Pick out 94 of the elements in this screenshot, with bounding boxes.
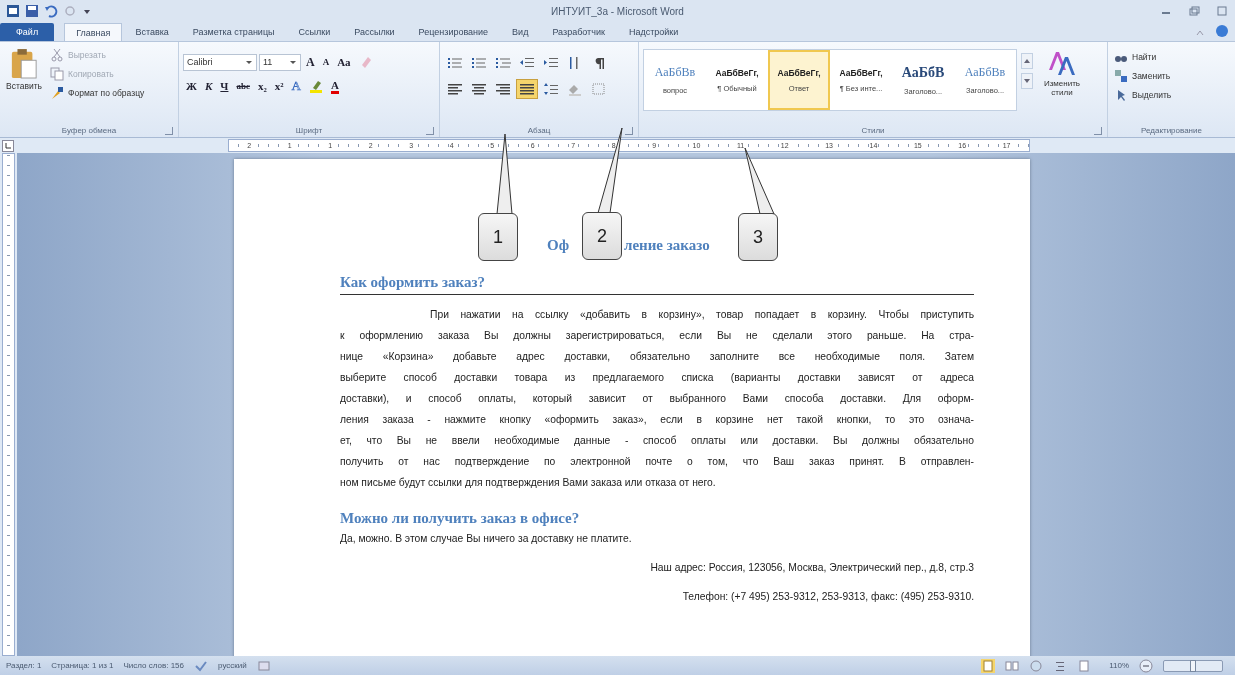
group-label: Стили <box>861 126 885 135</box>
paste-button[interactable]: Вставить <box>4 45 45 93</box>
file-tab[interactable]: Файл <box>0 23 55 41</box>
ribbon-tab[interactable]: Вид <box>501 23 540 41</box>
print-layout-icon[interactable] <box>981 658 996 673</box>
gallery-down-icon[interactable] <box>1021 73 1033 89</box>
document-title: ление заказо <box>624 237 710 254</box>
letters-icon <box>1047 49 1077 77</box>
save-icon[interactable] <box>25 4 39 18</box>
page-indicator[interactable]: Страница: 1 из 1 <box>51 661 114 670</box>
font-family-field[interactable]: Calibri <box>183 53 257 71</box>
increase-indent-icon <box>543 56 559 70</box>
scissors-icon <box>50 48 65 62</box>
align-left-icon <box>447 82 463 96</box>
sub-button[interactable]: x₂ <box>254 77 270 95</box>
word-count[interactable]: Число слов: 156 <box>123 661 184 670</box>
ribbon-tab[interactable]: Главная <box>64 23 123 41</box>
shading-icon <box>567 82 583 96</box>
dialog-launcher-icon[interactable] <box>426 127 434 135</box>
ribbon-tab[interactable]: Рецензирование <box>407 23 500 41</box>
color-button[interactable]: A <box>327 77 342 95</box>
ribbon-tab[interactable]: Вставка <box>124 23 180 41</box>
tab-selector-icon[interactable] <box>2 139 14 152</box>
help-icon[interactable] <box>1215 24 1229 38</box>
underline-button[interactable]: Ч <box>217 77 232 95</box>
caret-icon[interactable] <box>245 58 253 66</box>
callout-label: 2 <box>582 212 622 260</box>
ribbon-tab[interactable]: Рассылки <box>343 23 406 41</box>
brush-button[interactable]: Формат по образцу <box>48 85 147 101</box>
address-text: Наш адрес: Россия, 123056, Москва, Электрический пер., д.8, стр.3 <box>649 562 974 573</box>
web-layout-icon[interactable] <box>1029 658 1044 673</box>
strike-button[interactable]: abc <box>233 77 253 95</box>
zoom-slider[interactable] <box>1163 659 1223 672</box>
document-title: Оф <box>547 237 571 254</box>
vertical-ruler[interactable] <box>2 153 15 656</box>
find-button[interactable]: Найти <box>1112 49 1231 65</box>
group-label: Шрифт <box>295 126 323 135</box>
gallery-up-icon[interactable] <box>1021 53 1033 69</box>
replace-icon <box>1114 69 1128 83</box>
dialog-launcher-icon[interactable] <box>625 127 633 135</box>
align-right-icon <box>495 82 511 96</box>
brush-icon <box>50 86 65 100</box>
bold-button[interactable]: Ж <box>183 77 200 95</box>
callout-label: 3 <box>738 213 778 261</box>
restore-icon[interactable] <box>1187 4 1201 18</box>
ribbon-tab[interactable]: Надстройки <box>617 23 690 41</box>
draft-view-icon[interactable] <box>1077 658 1092 673</box>
borders-icon <box>591 82 607 96</box>
clipboard-icon <box>10 47 38 81</box>
caret-icon[interactable] <box>289 58 297 66</box>
callout-label: 1 <box>478 213 518 261</box>
italic-button[interactable]: К <box>201 77 216 95</box>
group-label: Буфер обмена <box>61 126 117 135</box>
decrease-indent-icon <box>519 56 535 70</box>
word-icon[interactable] <box>6 4 20 18</box>
select-button[interactable]: Выделить <box>1112 87 1231 103</box>
zoom-level[interactable]: 110% <box>1109 661 1129 670</box>
section-heading: Можно ли получить заказ в офисе? <box>340 510 581 527</box>
grow-font-button[interactable]: A <box>303 53 318 71</box>
multilevel-list-icon <box>495 56 511 70</box>
reading-view-icon[interactable] <box>1005 658 1020 673</box>
window-title: ИНТУИТ_3а - Microsoft Word <box>550 5 685 17</box>
group-label: Редактирование <box>1141 126 1202 135</box>
numbered-list-icon <box>471 56 487 70</box>
effects-button[interactable]: A <box>288 77 304 95</box>
callout-pointer <box>744 147 775 215</box>
sup-button[interactable]: x² <box>271 77 287 95</box>
body-text: Да, можно. В этом случае Вы ничего за доставку не платите. <box>340 533 633 544</box>
justify-icon <box>519 82 535 96</box>
highlighter-icon <box>308 79 323 93</box>
section-heading: Как оформить заказ? <box>340 274 974 295</box>
zoom-out-icon[interactable] <box>1139 658 1153 673</box>
section-indicator[interactable]: Раздел: 1 <box>6 661 42 670</box>
shrink-font-button[interactable]: A <box>319 53 333 71</box>
ribbon-tab[interactable]: Разметка страницы <box>181 23 286 41</box>
dialog-launcher-icon[interactable] <box>1094 127 1102 135</box>
copy-icon <box>50 67 65 81</box>
bulleted-list-icon <box>447 56 463 70</box>
dialog-launcher-icon[interactable] <box>165 127 173 135</box>
undo-icon[interactable] <box>44 4 58 18</box>
collapse-ribbon-icon[interactable] <box>1195 28 1205 38</box>
body-paragraph: При нажатии на ссылку «добавить в корзину», товар попадает в корзину. Чтобы приступить к оформлению заказа Вы должны зарегистрироваться, если Вы не сделали этого раньше. На стра- нице «Корзина» добавьте адрес доставки, обязательно заполните все необходимые поля. Затем выберите способ доставки товара из предлагаемого списка (варианты доставки зависят от адреса доставки), и способ оплаты, который зависит от выбранного Вами способа доставки. Для оформ- ления заказа - нажмите кнопку «оформить заказ», если в корзине нет такой кнопки, то это означа- ет, что Вы не ввели необходимые данные - способ оплаты или доставки. Вы должны обязательно получить от нас подтверждение по электронной почте о том, что Ваш заказ принят. В отправлен- ном письме будут ссылки для подтверждения Вами заказа или отказа от него. <box>340 308 974 490</box>
replace-button[interactable]: Заменить <box>1112 68 1231 84</box>
justify-button[interactable] <box>516 79 538 99</box>
change-styles-button[interactable]: Изменить стили <box>1037 45 1087 124</box>
align-center-icon <box>471 82 487 96</box>
case-font-button[interactable]: Aa <box>334 53 354 71</box>
ribbon-tab[interactable]: Ссылки <box>287 23 342 41</box>
language-indicator[interactable]: русский <box>218 661 247 670</box>
group-label: Абзац <box>527 126 551 135</box>
ribbon-tab[interactable]: Разработчик <box>541 23 616 41</box>
font-size-field[interactable]: 11 <box>259 53 301 71</box>
phone-text: Телефон: (+7 495) 253-9312, 253-9313, факс: (495) 253-9310. <box>681 591 974 602</box>
line-spacing-icon <box>543 82 559 96</box>
